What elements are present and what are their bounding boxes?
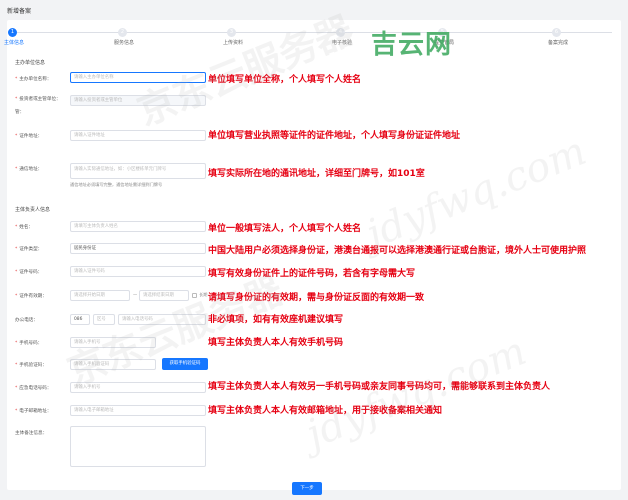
verify-code-label: * 手机验证码：	[15, 363, 47, 368]
note-office-phone: 非必填项，如有有效座机建议填写	[208, 315, 344, 325]
step-2: 2 服务信息	[114, 28, 134, 46]
step-4: 4 电子核验	[332, 28, 352, 46]
step-2-label: 服务信息	[114, 40, 135, 46]
country-code-input[interactable]: 086	[70, 314, 90, 325]
validity-dash: —	[133, 292, 138, 297]
step-1-circle: 1	[8, 28, 17, 37]
long-term-label: 长期	[199, 292, 208, 297]
step-1-label: 主体信息	[4, 40, 25, 46]
investor-input[interactable]: 请输入投资者或主管单位	[70, 95, 206, 106]
note-mobile: 填写主体负责人本人有效手机号码	[208, 338, 344, 348]
owner-section-title: 主体负责人信息	[15, 207, 51, 213]
comm-address-hint: 通信地址必须填写完整，通信地址需详细到门牌号	[70, 182, 163, 187]
comm-address-textarea[interactable]: 请输入实际通信地址，如：小区楼栋单元门牌号	[70, 163, 206, 179]
unit-section-title: 主办单位信息	[15, 60, 46, 66]
cert-number-input[interactable]: 请输入证件号码	[70, 266, 206, 277]
progress-steps: 1 主体信息 2 服务信息 3 上传资料 4 电子核验 5 提交管局 6 备案完…	[4, 28, 621, 48]
validity-start-input[interactable]: 请选择开始日期	[70, 290, 130, 301]
step-6-circle: 6	[552, 28, 561, 37]
emergency-label: * 应急电话号码：	[15, 386, 52, 391]
step-3-label: 上传资料	[223, 40, 244, 46]
owner-name-input[interactable]: 请填写主体负责人姓名	[70, 221, 206, 232]
step-4-circle: 4	[336, 28, 345, 37]
office-phone-label: 办公电话：	[15, 318, 38, 323]
cert-validity-label: * 证件有效期：	[15, 294, 47, 299]
mobile-label: * 手机号码：	[15, 341, 43, 346]
site-logo: 吉云网	[370, 30, 452, 60]
email-label: * 电子邮箱地址：	[15, 409, 52, 414]
step-2-circle: 2	[118, 28, 127, 37]
mobile-input[interactable]: 请输入手机号	[70, 337, 156, 348]
phone-number-input[interactable]: 请输入电话号码	[118, 314, 206, 325]
note-cert-type: 中国大陆用户必须选择身份证，港澳台通报可以选择港澳通行证或台胞证，境外人士可使用…	[208, 246, 587, 256]
unit-name-input[interactable]: 请输入主办单位名称	[70, 72, 206, 83]
step-4-label: 电子核验	[332, 40, 353, 46]
owner-name-label: * 姓名：	[15, 225, 34, 230]
page-title: 新增备案	[7, 8, 32, 15]
step-3-circle: 3	[227, 28, 236, 37]
cert-type-select[interactable]: 居民身份证	[70, 243, 206, 254]
note-unit-name: 单位填写单位全称，个人填写个人姓名	[208, 75, 362, 85]
note-comm-address: 填写实际所在地的通讯地址，详细至门牌号，如101室	[208, 169, 425, 179]
step-3: 3 上传资料	[223, 28, 243, 46]
note-email: 填写主体负责人本人有效邮箱地址，用于接收备案相关通知	[208, 406, 443, 416]
area-code-input[interactable]: 区号	[93, 314, 115, 325]
verify-code-input[interactable]: 请输入手机验证码	[70, 359, 156, 370]
step-6-label: 备案完成	[548, 40, 569, 46]
steps-line	[17, 32, 612, 33]
note-cert-validity: 请填写身份证的有效期，需与身份证反面的有效期一致	[208, 293, 425, 303]
cert-type-label: * 证件类型：	[15, 247, 43, 252]
comm-address-label: * 通信地址：	[15, 167, 43, 172]
get-code-button[interactable]: 获取手机验证码	[162, 358, 208, 370]
email-input[interactable]: 请输入电子邮箱地址	[70, 405, 206, 416]
validity-end-input[interactable]: 请选择结束日期	[139, 290, 189, 301]
step-1: 1 主体信息	[4, 28, 24, 46]
note-cert-address: 单位填写营业执照等证件的证件地址，个人填写身份证证件地址	[208, 131, 461, 141]
cert-address-input[interactable]: 请输入证件地址	[70, 130, 206, 141]
note-owner-name: 单位一般填写法人，个人填写个人姓名	[208, 224, 362, 234]
note-cert-number: 填写有效身份证件上的证件号码，若含有字母需大写	[208, 269, 416, 279]
emergency-input[interactable]: 请输入手机号	[70, 382, 206, 393]
investor-label: * 投资者或主管单位：	[15, 97, 61, 102]
cert-address-label: * 证件地址：	[15, 134, 43, 139]
next-step-button[interactable]: 下一步	[292, 482, 322, 495]
cert-type-value: 居民身份证	[74, 246, 96, 251]
note-emergency: 填写主体负责人本人有效另一手机号码或亲友同事号码均可，需能够联系到主体负责人	[208, 382, 551, 392]
remark-label: 主体备注信息：	[15, 431, 48, 436]
remark-textarea[interactable]	[70, 426, 206, 467]
unit-name-label: * 主办单位名称：	[15, 77, 52, 82]
long-term-checkbox[interactable]	[192, 293, 197, 298]
investor-label-line2: 管：	[15, 110, 25, 115]
cert-number-label: * 证件号码：	[15, 270, 43, 275]
step-6: 6 备案完成	[548, 28, 568, 46]
